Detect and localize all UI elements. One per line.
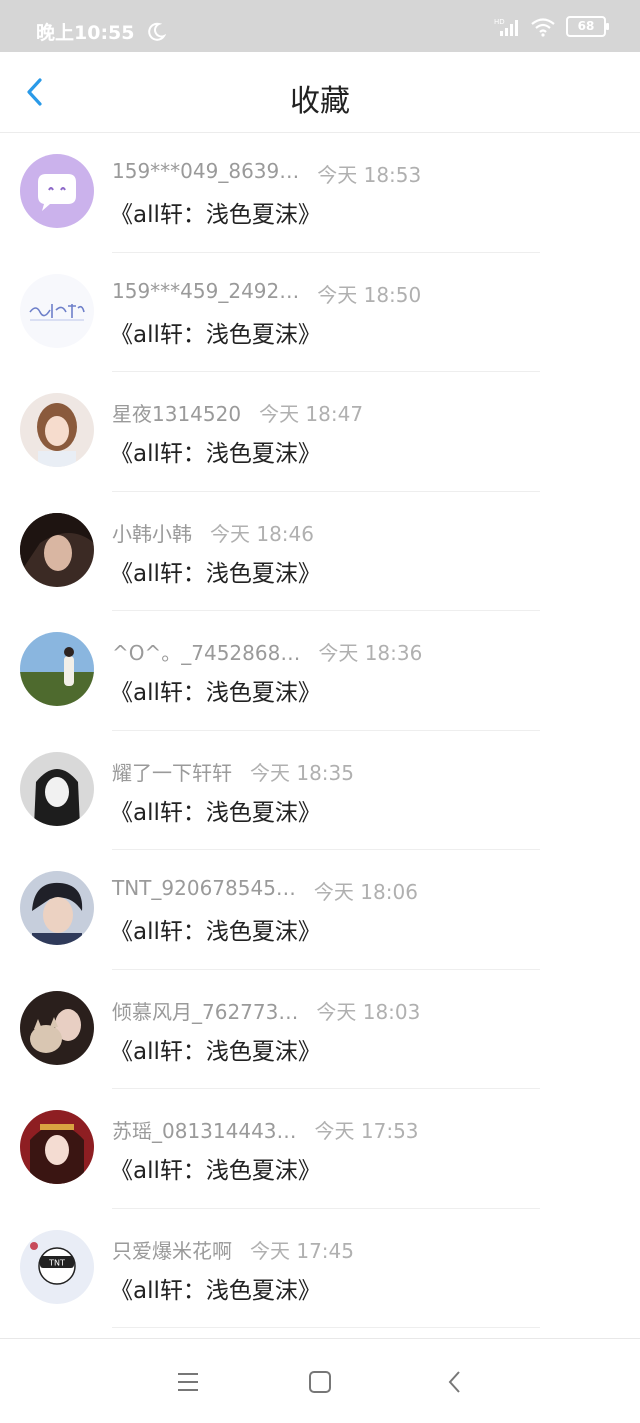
timestamp: 今天 18:47 — [259, 402, 364, 426]
user-name: 苏瑶_081314443… — [112, 1119, 297, 1143]
favorite-item[interactable]: 159***049_8639… 今天 18:53 《all轩：浅色夏沫》 — [0, 133, 640, 253]
item-meta: 耀了一下轩轩 今天 18:35 — [112, 757, 354, 786]
menu-button[interactable] — [170, 1365, 204, 1399]
story-title: 《all轩：浅色夏沫》 — [110, 919, 321, 945]
favorites-list: 159***049_8639… 今天 18:53 《all轩：浅色夏沫》 159***… — [0, 133, 640, 1328]
favorite-item[interactable]: 苏瑶_081314443… 今天 17:53 《all轩：浅色夏沫》 — [0, 1089, 640, 1209]
svg-text:TNT: TNT — [48, 1258, 65, 1267]
timestamp: 今天 18:46 — [210, 521, 314, 546]
timestamp: 今天 18:03 — [316, 999, 421, 1024]
user-name: 倾慕风月_762773… — [112, 999, 299, 1024]
nav-back-button[interactable] — [438, 1365, 472, 1399]
user-name: 159***459_2492… — [112, 278, 300, 303]
moon-icon — [148, 22, 167, 41]
signal-icon: HD — [494, 18, 518, 36]
story-title: 《all轩：浅色夏沫》 — [110, 202, 321, 228]
story-title: 《all轩：浅色夏沫》 — [110, 799, 321, 826]
timestamp: 今天 18:53 — [317, 163, 422, 187]
svg-text:HD: HD — [494, 18, 505, 26]
avatar[interactable] — [20, 154, 94, 228]
avatar[interactable] — [20, 632, 94, 706]
user-name: 星夜1314520 — [112, 402, 242, 426]
battery-indicator: 68 — [566, 16, 609, 37]
avatar[interactable] — [20, 1110, 94, 1184]
user-name: 耀了一下轩轩 — [112, 760, 232, 785]
timestamp: 今天 17:45 — [250, 1238, 354, 1263]
favorite-item[interactable]: 耀了一下轩轩 今天 18:35 《all轩：浅色夏沫》 — [0, 731, 640, 850]
avatar[interactable] — [20, 871, 94, 945]
avatar[interactable]: TNT — [20, 1229, 94, 1304]
battery-level: 68 — [577, 19, 595, 33]
timestamp: 今天 18:06 — [313, 880, 418, 904]
avatar[interactable] — [20, 512, 94, 587]
user-name: 159***049_8639… — [112, 159, 300, 183]
divider — [112, 1327, 540, 1328]
item-meta: 倾慕风月_762773… 今天 18:03 — [112, 996, 420, 1025]
timestamp: 今天 18:50 — [317, 282, 422, 307]
header: 收藏 — [0, 52, 640, 133]
status-right: HD 68 — [494, 16, 609, 37]
avatar[interactable] — [20, 273, 94, 348]
nav-back-icon — [448, 1371, 460, 1393]
timestamp: 今天 18:36 — [318, 641, 423, 665]
user-name: 只爱爆米花啊 — [112, 1238, 232, 1263]
avatar[interactable] — [20, 990, 94, 1065]
status-time: 晚上10:55 — [36, 22, 135, 44]
story-title: 《all轩：浅色夏沫》 — [110, 321, 321, 348]
user-name: ^O^。_7452868… — [112, 641, 301, 665]
item-meta: 159***049_8639… 今天 18:53 — [112, 159, 421, 188]
status-bar: 晚上10:55 HD 68 — [0, 0, 640, 52]
user-name: TNT_920678545… — [112, 876, 296, 900]
story-title: 《all轩：浅色夏沫》 — [110, 1158, 321, 1184]
timestamp: 今天 17:53 — [314, 1119, 419, 1143]
story-title: 《all轩：浅色夏沫》 — [110, 680, 321, 706]
favorite-item[interactable]: TNT 只爱爆米花啊 今天 17:45 《all轩：浅色夏沫》 — [0, 1209, 640, 1328]
user-name: 小韩小韩 — [112, 521, 192, 546]
story-title: 《all轩：浅色夏沫》 — [110, 560, 321, 587]
story-title: 《all轩：浅色夏沫》 — [110, 1038, 321, 1065]
favorite-item[interactable]: 159***459_2492… 今天 18:50 《all轩：浅色夏沫》 — [0, 253, 640, 372]
item-meta: 只爱爆米花啊 今天 17:45 — [112, 1235, 354, 1264]
favorite-item[interactable]: TNT_920678545… 今天 18:06 《all轩：浅色夏沫》 — [0, 850, 640, 970]
favorite-item[interactable]: 小韩小韩 今天 18:46 《all轩：浅色夏沫》 — [0, 492, 640, 611]
system-nav-bar — [0, 1338, 640, 1423]
item-meta: TNT_920678545… 今天 18:06 — [112, 876, 418, 905]
favorite-item[interactable]: 星夜1314520 今天 18:47 《all轩：浅色夏沫》 — [0, 372, 640, 492]
favorite-item[interactable]: 倾慕风月_762773… 今天 18:03 《all轩：浅色夏沫》 — [0, 970, 640, 1089]
item-meta: 159***459_2492… 今天 18:50 — [112, 279, 421, 308]
page-title: 收藏 — [290, 84, 350, 119]
wifi-icon — [531, 17, 555, 37]
story-title: 《all轩：浅色夏沫》 — [110, 1277, 321, 1304]
item-meta: 星夜1314520 今天 18:47 — [112, 398, 363, 427]
menu-icon — [178, 1373, 198, 1391]
home-square-icon — [309, 1371, 331, 1393]
avatar[interactable] — [20, 393, 94, 467]
story-title: 《all轩：浅色夏沫》 — [110, 441, 321, 467]
item-meta: 小韩小韩 今天 18:46 — [112, 518, 314, 547]
avatar[interactable] — [20, 751, 94, 826]
timestamp: 今天 18:35 — [250, 760, 354, 785]
favorite-item[interactable]: ^O^。_7452868… 今天 18:36 《all轩：浅色夏沫》 — [0, 611, 640, 731]
item-meta: ^O^。_7452868… 今天 18:36 — [112, 637, 422, 666]
status-left: 晚上10:55 — [36, 18, 167, 45]
home-button[interactable] — [303, 1365, 337, 1399]
item-meta: 苏瑶_081314443… 今天 17:53 — [112, 1115, 419, 1144]
